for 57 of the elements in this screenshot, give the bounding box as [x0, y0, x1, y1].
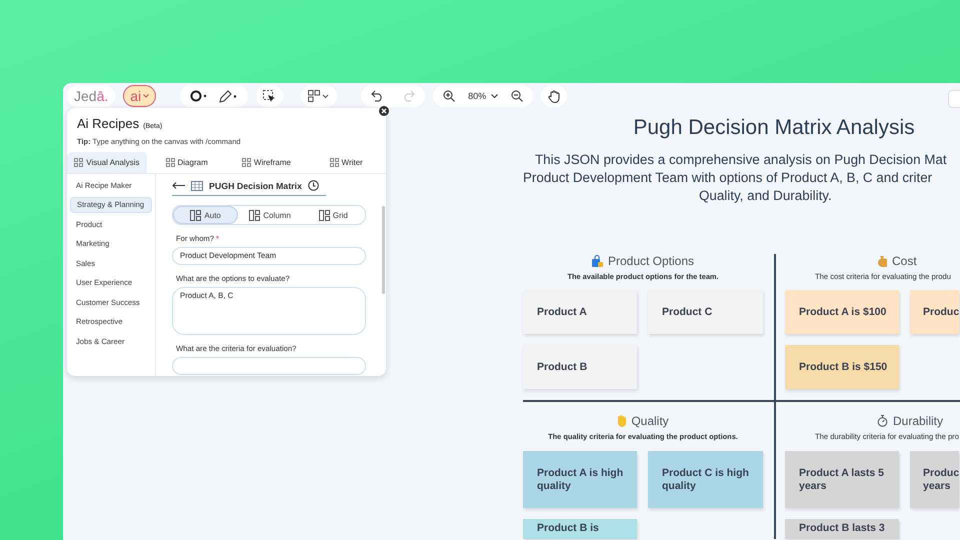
back-arrow-icon[interactable]	[172, 182, 185, 189]
zoom-in-icon[interactable]	[443, 90, 456, 102]
recipe-tab[interactable]: Diagram	[146, 152, 226, 173]
select-icon[interactable]	[263, 90, 276, 102]
shopping-bag-icon	[592, 255, 603, 267]
description-line: Quality, and Durability.	[699, 187, 833, 205]
layout-icon[interactable]	[308, 90, 330, 102]
canvas-title: Pugh Decision Matrix Analysis	[632, 116, 916, 140]
caret-icon	[491, 94, 498, 98]
layout-option[interactable]: Column	[238, 206, 302, 224]
sticky-note: Produc years	[910, 451, 959, 508]
zoom-level-dropdown[interactable]: 80%	[464, 91, 502, 101]
quadrant-title: Cost	[892, 254, 917, 268]
pen-tool-icon[interactable]	[218, 90, 238, 102]
caret-icon	[143, 94, 150, 98]
layout-icon	[249, 210, 260, 220]
sticky-note: Product B lasts 3	[785, 519, 899, 539]
recipe-tab[interactable]: Wireframe	[226, 152, 306, 173]
quadrant-title: Quality	[631, 414, 669, 428]
table-icon	[191, 180, 203, 190]
grid-icon	[330, 158, 339, 167]
description-line: This JSON provides a comprehensive analysis on Pugh Decision Mat	[535, 151, 948, 169]
sticky-note: Product B	[523, 345, 637, 389]
grid-icon	[242, 158, 251, 167]
zoom-out-icon[interactable]	[511, 90, 524, 102]
recipe-tab[interactable]: Writer	[306, 152, 386, 173]
app-logo[interactable]: Jedā.	[67, 85, 116, 107]
panel-title: Ai Recipes	[77, 116, 140, 131]
sticky-note: Product A	[523, 290, 637, 334]
description-line: Product Development Team with options of Product A, B, C and criter	[523, 169, 934, 187]
circle-tool-icon[interactable]	[190, 90, 208, 102]
sticky-note: Product B is $150	[785, 345, 899, 389]
layout-option[interactable]: Grid	[302, 206, 365, 224]
sticky-note: Produc	[910, 290, 959, 334]
scrollbar[interactable]	[382, 206, 385, 294]
sticky-note: Product C	[648, 290, 763, 334]
quadrant-title: Durability	[893, 414, 944, 428]
money-bag-icon	[877, 255, 887, 267]
close-icon[interactable]	[379, 106, 389, 116]
sticky-note: Product A lasts 5 years	[785, 451, 899, 508]
history-icon[interactable]	[308, 180, 319, 191]
layout-option[interactable]: Auto	[173, 206, 238, 224]
sticky-note: Product B is	[523, 519, 637, 539]
layout-icon	[190, 210, 202, 220]
sticky-note: Product C is high quality	[648, 451, 763, 508]
stopwatch-icon	[877, 415, 888, 427]
sticky-note: Product A is high quality	[523, 451, 637, 508]
layout-icon	[318, 210, 330, 220]
recipe-tab[interactable]: Visual Analysis	[67, 152, 147, 173]
text-field[interactable]	[172, 357, 366, 375]
undo-icon[interactable]	[371, 90, 384, 102]
recipe-title: PUGH Decision Matrix	[209, 180, 302, 190]
sticky-note: Product A is $100	[785, 290, 899, 334]
grid-icon	[166, 158, 174, 167]
hand-tool-icon[interactable]	[548, 90, 560, 102]
quadrant-title: Product Options	[608, 254, 694, 268]
grid-icon	[74, 158, 84, 167]
